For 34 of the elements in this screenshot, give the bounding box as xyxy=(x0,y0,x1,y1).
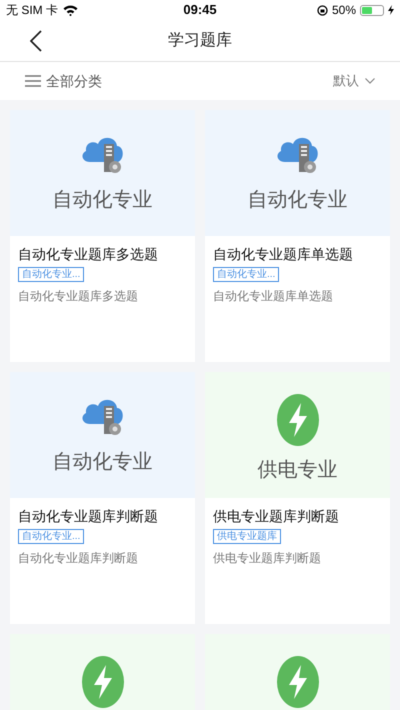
battery-icon xyxy=(360,4,384,16)
lightning-icon xyxy=(82,656,124,708)
card-title: 供电专业题库判断题 xyxy=(213,507,339,526)
chevron-down-icon xyxy=(365,78,375,84)
card-description: 供电专业题库判断题 xyxy=(213,550,321,566)
card-title: 自动化专业题库多选题 xyxy=(18,245,158,264)
page-title: 学习题库 xyxy=(168,30,232,50)
category-tag: 自动化专业... xyxy=(18,267,84,282)
cover-label: 自动化专业 xyxy=(52,452,152,472)
category-tag: 供电专业题库 xyxy=(213,529,281,544)
wifi-icon xyxy=(63,4,78,16)
card-description: 自动化专业题库多选题 xyxy=(18,288,138,304)
category-tag: 自动化专业... xyxy=(18,529,84,544)
clock-time: 09:45 xyxy=(183,1,217,20)
menu-icon xyxy=(25,75,41,87)
cover-label: 供电专业 xyxy=(258,460,338,480)
card-description: 自动化专业题库判断题 xyxy=(18,550,138,566)
category-filter[interactable]: 全部分类 xyxy=(25,70,102,92)
category-tag: 自动化专业... xyxy=(213,267,280,282)
cover-label: 自动化专业 xyxy=(248,190,348,210)
course-card[interactable]: 自动化专业 自动化专业题库单选题 自动化专业... 自动化专业题库单选题 xyxy=(205,110,390,362)
course-card[interactable]: 供电专业 供电专业题库判断题 供电专业题库 供电专业题库判断题 xyxy=(205,372,390,624)
battery-percent: 50% xyxy=(332,2,356,19)
course-card[interactable]: 自动化专业 自动化专业题库多选题 自动化专业... 自动化专业题库多选题 xyxy=(10,110,195,362)
carrier-label: 无 SIM 卡 xyxy=(6,2,58,19)
card-title: 自动化专业题库判断题 xyxy=(18,507,158,526)
sort-dropdown[interactable]: 默认 xyxy=(333,71,375,91)
lightning-icon xyxy=(276,656,318,708)
course-card[interactable]: 自动化专业 自动化专业题库判断题 自动化专业... 自动化专业题库判断题 xyxy=(10,372,195,624)
card-description: 自动化专业题库单选题 xyxy=(213,288,333,304)
card-title: 自动化专业题库单选题 xyxy=(213,245,353,264)
lightning-icon xyxy=(276,394,318,446)
cover-label: 自动化专业 xyxy=(52,190,152,210)
rotation-lock-icon xyxy=(316,4,328,16)
